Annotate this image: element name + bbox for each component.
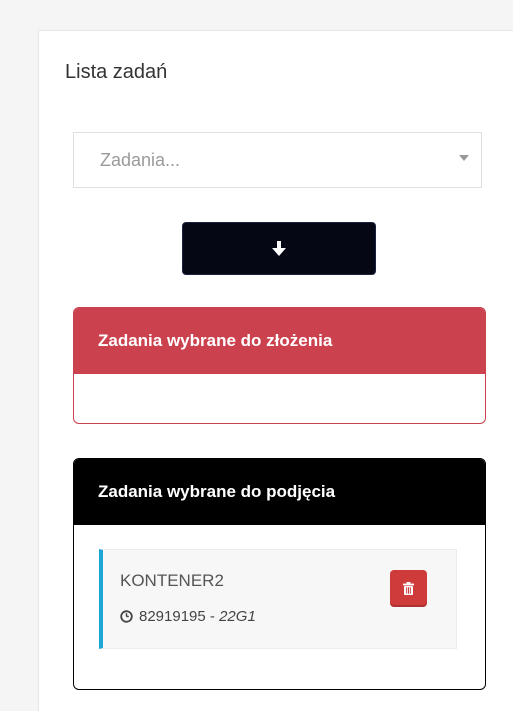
clock-icon [120, 610, 133, 623]
page-title: Lista zadań [65, 61, 168, 83]
arrow-down-icon [272, 240, 286, 256]
item-name: KONTENER2 [120, 571, 224, 590]
list-item[interactable]: KONTENER2 82919195 - 22G1 [99, 549, 457, 649]
to-pickup-card-title: Zadania wybrane do podjęcia [74, 459, 485, 525]
item-number: 82919195 [139, 608, 206, 625]
to-fold-card-title: Zadania wybrane do złożenia [74, 308, 485, 374]
move-down-button[interactable] [182, 222, 376, 275]
task-list-panel: Lista zadań Zadania... Zadania wybrane d… [38, 30, 513, 711]
item-code: 22G1 [219, 608, 256, 625]
to-fold-card: Zadania wybrane do złożenia [73, 307, 486, 424]
chevron-down-icon [459, 155, 469, 161]
item-meta: 82919195 - 22G1 [120, 608, 256, 625]
to-pickup-card: Zadania wybrane do podjęcia KONTENER2 82… [73, 458, 486, 690]
task-select[interactable]: Zadania... [73, 132, 482, 188]
task-select-placeholder: Zadania... [100, 150, 181, 170]
delete-item-button[interactable] [390, 570, 427, 607]
trash-icon [403, 582, 414, 595]
item-separator: - [205, 608, 220, 625]
